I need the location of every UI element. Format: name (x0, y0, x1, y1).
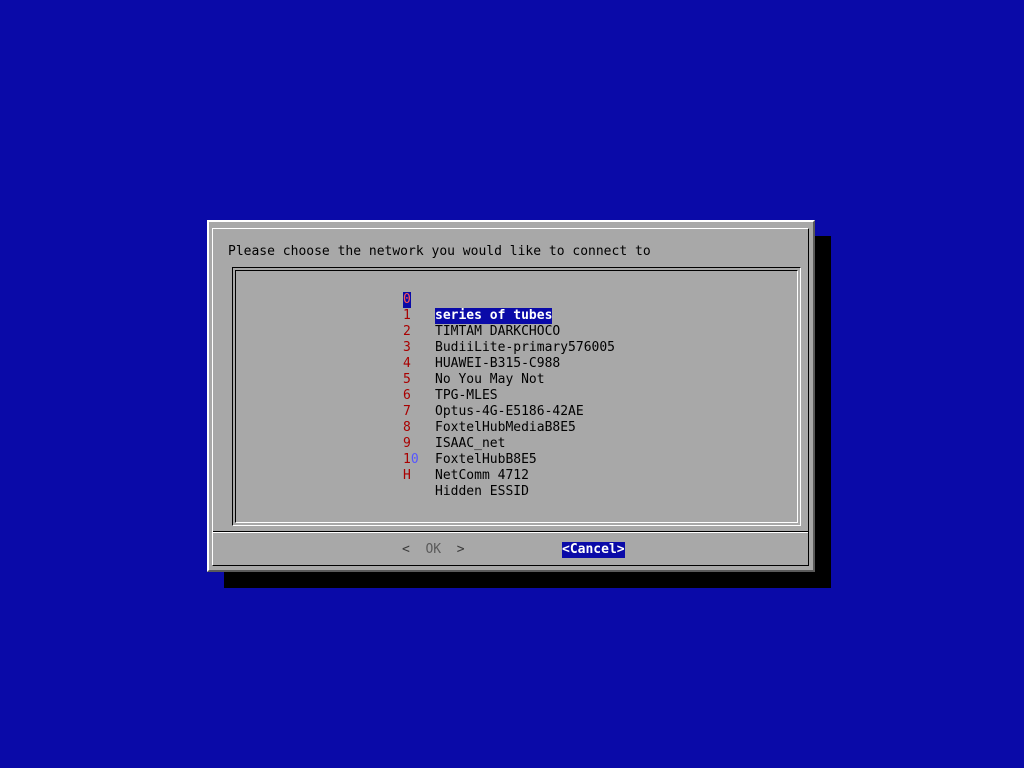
dialog-prompt: Please choose the network you would like… (228, 244, 651, 259)
desktop-background: Please choose the network you would like… (0, 0, 1024, 768)
network-list[interactable]: 0 series of tubes 1 TIMTAM DARKCHOCO 2 B… (232, 267, 801, 526)
item-label: HUAWEI-B315-C988 (435, 356, 561, 371)
list-item-network-9[interactable]: 9 FoxtelHubB8E5 (233, 420, 537, 467)
item-tag: 8 (403, 420, 411, 435)
item-label: TIMTAM DARKCHOCO (435, 324, 561, 339)
item-label: NetComm 4712 (435, 468, 529, 483)
list-item-network-1[interactable]: 1 TIMTAM DARKCHOCO (233, 292, 560, 339)
item-label: BudiiLite-primary576005 (435, 340, 616, 355)
ok-button[interactable]: < OK > (402, 542, 465, 558)
item-label: Hidden ESSID (435, 484, 529, 499)
list-item-network-5[interactable]: 5 TPG-MLES (233, 356, 498, 403)
item-tag: 6 (403, 388, 411, 403)
cancel-button[interactable]: <Cancel> (562, 542, 625, 558)
item-tag: 0 (403, 292, 411, 308)
item-label: series of tubes (435, 308, 553, 324)
ok-left-bracket: < (402, 542, 410, 557)
item-label: Optus-4G-E5186-42AE (435, 404, 584, 419)
item-tag: 3 (403, 340, 411, 355)
item-label: ISAAC_net (435, 436, 506, 451)
list-item-network-0[interactable]: 0 series of tubes (233, 276, 553, 324)
item-label: FoxtelHubB8E5 (435, 452, 537, 467)
button-separator (213, 531, 808, 533)
list-item-network-4[interactable]: 4 No You May Not (233, 340, 545, 387)
network-dialog: Please choose the network you would like… (207, 220, 815, 572)
ok-label: OK (425, 542, 442, 557)
dialog-frame: Please choose the network you would like… (212, 228, 809, 566)
item-tag-main: 1 (403, 452, 411, 467)
item-label: No You May Not (435, 372, 545, 387)
list-item-network-2[interactable]: 2 BudiiLite-primary576005 (233, 308, 615, 355)
list-item-network-10[interactable]: 10 NetComm 4712 (233, 436, 529, 483)
item-label: TPG-MLES (435, 388, 498, 403)
item-tag: 5 (403, 372, 411, 387)
item-label: FoxtelHubMediaB8E5 (435, 420, 576, 435)
ok-right-bracket: > (456, 542, 465, 557)
item-tag-extra: 0 (410, 452, 419, 467)
list-item-network-6[interactable]: 6 Optus-4G-E5186-42AE (233, 372, 584, 419)
list-item-hidden-essid[interactable]: H Hidden ESSID (233, 452, 529, 499)
item-tag: 7 (403, 404, 411, 419)
item-tag: 4 (403, 356, 411, 371)
item-tag: H (403, 468, 411, 483)
item-tag: 9 (403, 436, 411, 451)
item-tag: 2 (403, 324, 411, 339)
item-tag: 10 (403, 452, 419, 468)
list-item-network-7[interactable]: 7 FoxtelHubMediaB8E5 (233, 388, 576, 435)
list-item-network-3[interactable]: 3 HUAWEI-B315-C988 (233, 324, 560, 371)
item-tag: 1 (403, 308, 411, 323)
list-item-network-8[interactable]: 8 ISAAC_net (233, 404, 505, 451)
